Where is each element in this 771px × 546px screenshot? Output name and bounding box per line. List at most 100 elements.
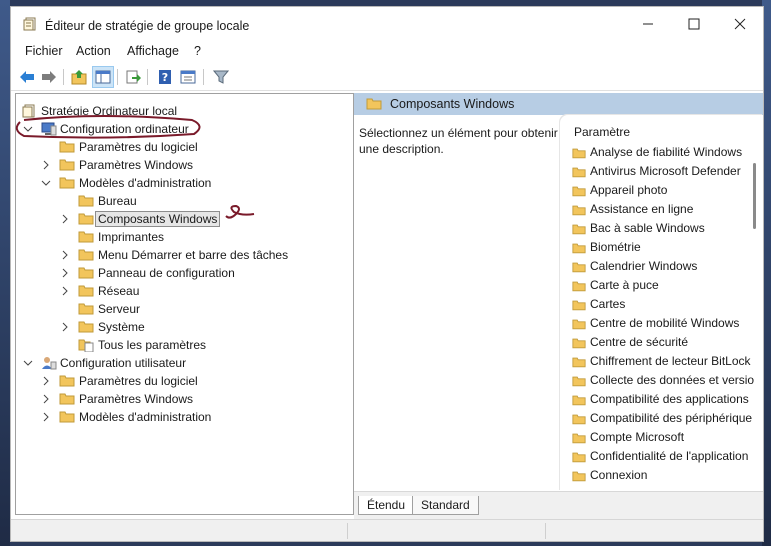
tree-item-printers[interactable]: Imprimantes bbox=[16, 228, 346, 246]
chevron-right-icon[interactable] bbox=[41, 408, 51, 426]
tree-item-server[interactable]: Serveur bbox=[16, 300, 346, 318]
chevron-right-icon[interactable] bbox=[41, 156, 51, 174]
folder-icon bbox=[572, 298, 586, 317]
tree-item-control-panel[interactable]: Panneau de configuration bbox=[16, 264, 346, 282]
tree-item-windows-components[interactable]: Composants Windows bbox=[16, 210, 346, 228]
tree-label: Paramètres du logiciel bbox=[79, 140, 198, 154]
desktop-background-left bbox=[0, 0, 10, 546]
vertical-scrollbar[interactable] bbox=[753, 163, 756, 229]
list-item-label: Analyse de fiabilité Windows bbox=[590, 145, 743, 159]
chevron-right-icon[interactable] bbox=[60, 264, 70, 282]
help-button[interactable]: ? bbox=[155, 67, 175, 87]
tab-standard[interactable]: Standard bbox=[412, 496, 479, 515]
tree-item-desktop[interactable]: Bureau bbox=[16, 192, 346, 210]
list-item-label: Compatibilité des périphérique bbox=[590, 411, 753, 425]
chevron-down-icon[interactable] bbox=[23, 354, 33, 372]
folder-icon bbox=[572, 203, 586, 222]
tree-item-start-menu[interactable]: Menu Démarrer et barre des tâches bbox=[16, 246, 346, 264]
minimize-button[interactable] bbox=[625, 7, 671, 39]
folder-icon bbox=[572, 165, 586, 184]
folder-icon bbox=[572, 393, 586, 412]
status-bar bbox=[11, 519, 763, 541]
chevron-right-icon[interactable] bbox=[41, 390, 51, 408]
tree-item-system[interactable]: Système bbox=[16, 318, 346, 336]
folder-icon bbox=[572, 184, 586, 203]
folder-icon bbox=[572, 431, 586, 450]
tree-label: Réseau bbox=[98, 284, 140, 298]
folder-icon bbox=[572, 146, 586, 165]
folder-icon bbox=[572, 355, 586, 374]
tree-item-user-software-settings[interactable]: Paramètres du logiciel bbox=[16, 372, 346, 390]
tree-item-network[interactable]: Réseau bbox=[16, 282, 346, 300]
chevron-down-icon[interactable] bbox=[23, 120, 33, 138]
tree-label: Serveur bbox=[98, 302, 141, 316]
folder-icon bbox=[572, 412, 586, 431]
forward-button[interactable] bbox=[39, 67, 59, 87]
policy-editor-app-icon bbox=[23, 17, 37, 31]
export-list-button[interactable] bbox=[123, 67, 143, 87]
up-level-button[interactable] bbox=[69, 67, 89, 87]
svg-text:?: ? bbox=[162, 71, 168, 84]
tree-label: Paramètres du logiciel bbox=[79, 374, 198, 388]
list-item-label: Connexion bbox=[590, 468, 648, 482]
chevron-right-icon[interactable] bbox=[60, 246, 70, 264]
tree-label: Menu Démarrer et barre des tâches bbox=[98, 248, 289, 262]
list-item-label: Calendrier Windows bbox=[590, 259, 698, 273]
tree-label: Paramètres Windows bbox=[79, 392, 194, 406]
chevron-right-icon[interactable] bbox=[60, 282, 70, 300]
folder-icon bbox=[59, 410, 75, 428]
list-item-label: Assistance en ligne bbox=[590, 202, 694, 216]
tree-item-all-settings[interactable]: Tous les paramètres bbox=[16, 336, 346, 354]
filter-button[interactable] bbox=[211, 67, 231, 87]
chevron-right-icon[interactable] bbox=[60, 210, 70, 228]
folder-icon bbox=[572, 317, 586, 336]
gpedit-window: Éditeur de stratégie de groupe locale Fi… bbox=[10, 6, 764, 542]
tree-item-user-config[interactable]: Configuration utilisateur bbox=[16, 354, 346, 372]
show-hide-tree-button[interactable] bbox=[92, 66, 114, 88]
show-hide-tree-icon bbox=[95, 70, 111, 84]
tree-item-user-windows-settings[interactable]: Paramètres Windows bbox=[16, 390, 346, 408]
chevron-down-icon[interactable] bbox=[41, 174, 51, 192]
menu-help[interactable]: ? bbox=[194, 44, 201, 58]
tree-label: Paramètres Windows bbox=[79, 158, 194, 172]
export-list-icon bbox=[126, 70, 141, 84]
chevron-right-icon[interactable] bbox=[60, 318, 70, 336]
list-item-label: Carte à puce bbox=[590, 278, 659, 292]
tree-item-software-settings[interactable]: Paramètres du logiciel bbox=[16, 138, 346, 156]
list-item-label: Bac à sable Windows bbox=[590, 221, 705, 235]
close-button[interactable] bbox=[717, 7, 763, 39]
menu-affichage[interactable]: Affichage bbox=[127, 44, 179, 58]
tree-label: Modèles d'administration bbox=[79, 410, 212, 424]
toolbar-separator bbox=[117, 69, 118, 85]
tree-item-computer-config[interactable]: Configuration ordinateur bbox=[16, 120, 346, 138]
list-item-label: Biométrie bbox=[590, 240, 641, 254]
folder-icon bbox=[572, 222, 586, 241]
tree-label: Modèles d'administration bbox=[79, 176, 212, 190]
window-title: Éditeur de stratégie de groupe locale bbox=[45, 19, 250, 33]
chevron-right-icon[interactable] bbox=[41, 372, 51, 390]
toolbar: ? bbox=[11, 63, 763, 91]
list-item-label: Collecte des données et versio bbox=[590, 373, 755, 387]
folder-icon bbox=[572, 279, 586, 298]
details-header-title: Composants Windows bbox=[390, 97, 515, 111]
tree-item-root[interactable]: Stratégie Ordinateur local bbox=[16, 102, 346, 120]
menu-action[interactable]: Action bbox=[76, 44, 111, 58]
menu-fichier[interactable]: Fichier bbox=[25, 44, 63, 58]
column-header-setting[interactable]: Paramètre bbox=[574, 125, 630, 139]
back-button[interactable] bbox=[17, 67, 37, 87]
tree-label: Bureau bbox=[98, 194, 137, 208]
tab-extended[interactable]: Étendu bbox=[358, 496, 415, 515]
tree-item-windows-settings[interactable]: Paramètres Windows bbox=[16, 156, 346, 174]
tree-label: Imprimantes bbox=[98, 230, 165, 244]
tree-label: Panneau de configuration bbox=[98, 266, 235, 280]
list-item-label: Confidentialité de l'application bbox=[590, 449, 749, 463]
back-arrow-icon bbox=[20, 71, 34, 83]
folder-icon bbox=[572, 469, 586, 488]
title-bar[interactable]: Éditeur de stratégie de groupe locale bbox=[11, 7, 763, 39]
up-folder-icon bbox=[71, 70, 87, 85]
status-section bbox=[347, 523, 348, 539]
properties-button[interactable] bbox=[178, 67, 198, 87]
tree-item-user-admin-templates[interactable]: Modèles d'administration bbox=[16, 408, 346, 426]
maximize-button[interactable] bbox=[671, 7, 717, 39]
tree-item-admin-templates[interactable]: Modèles d'administration bbox=[16, 174, 346, 192]
